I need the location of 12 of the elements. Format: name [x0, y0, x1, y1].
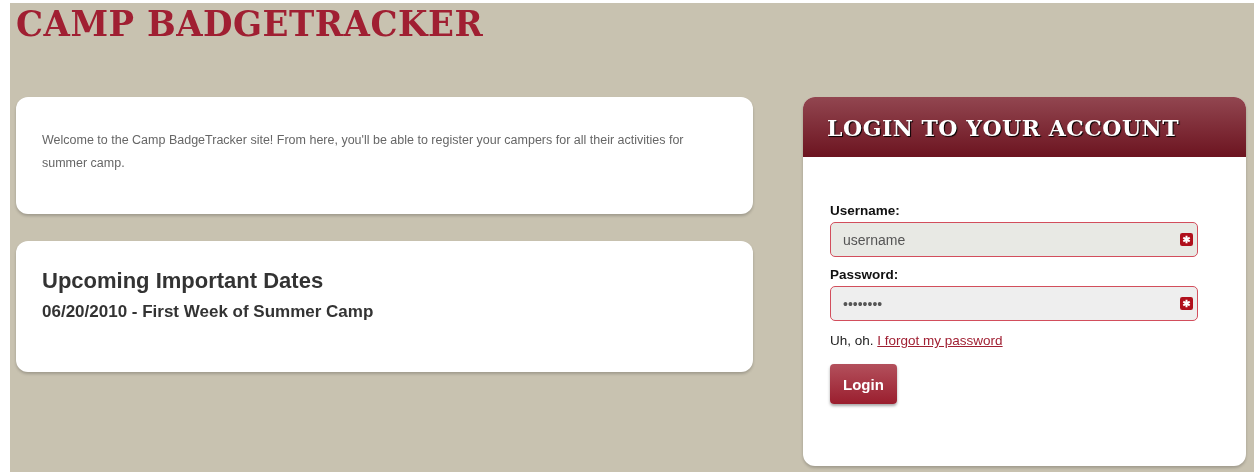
date-item: 06/20/2010 - First Week of Summer Camp [42, 302, 375, 322]
field-label: Password: [830, 267, 900, 282]
forgot-password-link[interactable]: I forgot my password [877, 333, 1003, 348]
field-label: Username: [830, 203, 901, 218]
forgot-text: Uh, oh. [830, 333, 874, 348]
site-title: CAMP BADGETRACKER [16, 4, 485, 42]
login-header: LOGIN TO YOUR ACCOUNT [803, 97, 1246, 157]
login-button[interactable]: Login [830, 364, 897, 404]
dates-heading: Upcoming Important Dates [42, 268, 325, 294]
input-field[interactable]: username [830, 222, 1198, 257]
welcome-text: Welcome to the Camp BadgeTracker site! From here, you'll be able to register your campers for all their activities for summer camp. [42, 132, 685, 172]
input-field[interactable]: •••••••• [830, 286, 1198, 321]
